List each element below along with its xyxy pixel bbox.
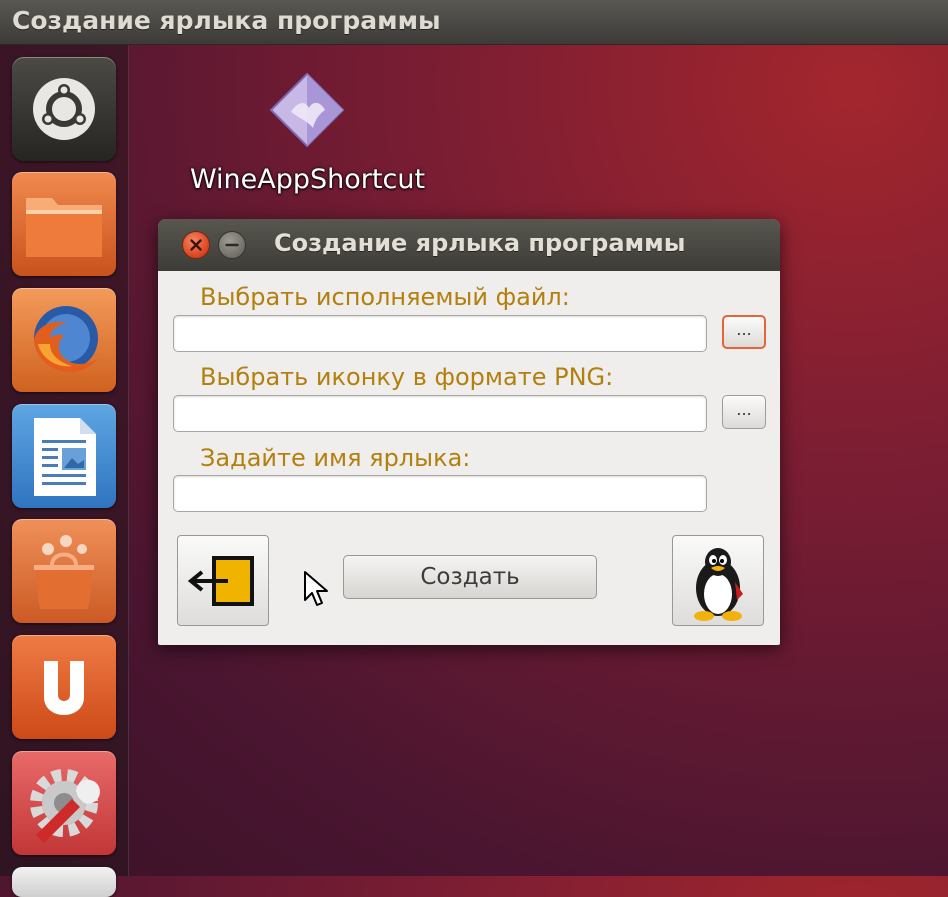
exit-button[interactable]: [177, 535, 269, 626]
launcher-item-software-center[interactable]: [12, 519, 116, 623]
exec-file-label: Выбрать исполняемый файл:: [200, 283, 570, 311]
icon-browse-button[interactable]: ...: [722, 395, 766, 429]
shortcut-dialog: Создание ярлыка программы Выбрать исполн…: [158, 219, 780, 645]
shopping-bag-icon: [34, 535, 94, 609]
wine-diamond-icon: [269, 72, 345, 148]
tux-penguin-icon: [694, 548, 743, 621]
launcher-item-libreoffice-writer[interactable]: [12, 404, 116, 508]
create-button[interactable]: Создать: [343, 555, 597, 599]
minimize-icon: [225, 243, 239, 247]
shortcut-name-input[interactable]: [173, 475, 707, 512]
ubuntu-one-icon: [44, 661, 84, 715]
ubuntu-logo-icon: [33, 78, 95, 140]
desktop-shortcut-icon[interactable]: [255, 68, 365, 158]
close-icon: [190, 239, 202, 251]
desktop-shortcut-label[interactable]: WineAppShortcut: [160, 164, 455, 195]
dialog-title: Создание ярлыка программы: [274, 229, 686, 257]
top-panel: Создание ярлыка программы: [0, 0, 948, 45]
mouse-pointer-icon: [304, 571, 328, 606]
launcher-item-files[interactable]: [12, 172, 116, 276]
exit-door-icon: [187, 556, 254, 606]
icon-file-input[interactable]: [173, 395, 707, 432]
launcher-item-system-settings[interactable]: [12, 751, 116, 855]
gear-wrench-icon: [30, 769, 100, 843]
close-button[interactable]: [182, 231, 210, 259]
launcher-item-firefox[interactable]: [12, 288, 116, 392]
firefox-icon: [34, 306, 98, 373]
icon-file-label: Выбрать иконку в формате PNG:: [200, 363, 614, 391]
minimize-button[interactable]: [218, 231, 246, 259]
launcher: [0, 45, 129, 897]
launcher-item-ubuntu-one[interactable]: [12, 635, 116, 739]
folder-icon: [26, 198, 102, 257]
launcher-item-dash-home[interactable]: [12, 57, 116, 161]
launcher-item-partial[interactable]: [12, 867, 116, 897]
exec-browse-button[interactable]: ...: [722, 315, 766, 349]
shortcut-name-label: Задайте имя ярлыка:: [200, 444, 471, 472]
dialog-titlebar[interactable]: Создание ярлыка программы: [158, 219, 780, 271]
writer-document-icon: [34, 418, 96, 496]
exec-file-input[interactable]: [173, 315, 707, 352]
top-panel-title: Создание ярлыка программы: [12, 6, 441, 35]
about-button[interactable]: [672, 535, 764, 626]
